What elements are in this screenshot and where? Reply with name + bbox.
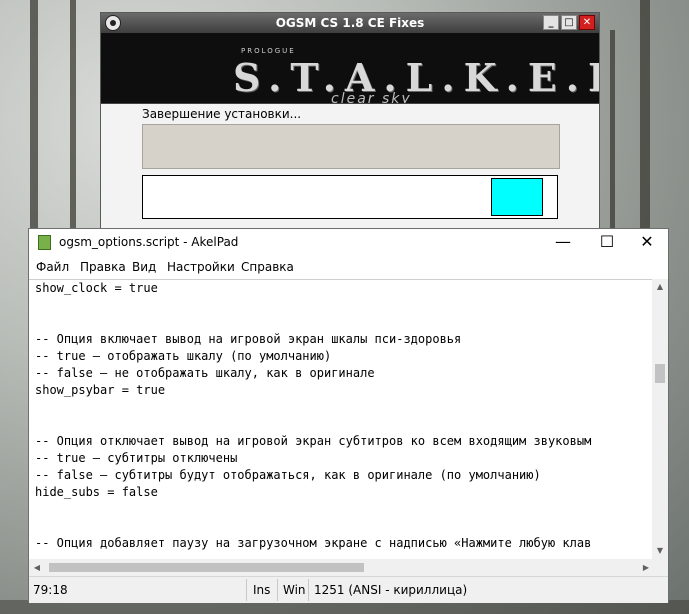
- insert-mode[interactable]: Ins: [253, 583, 270, 597]
- minimize-button[interactable]: —: [548, 232, 578, 252]
- background-tree-left: [30, 0, 38, 240]
- menu-view[interactable]: Вид: [132, 260, 156, 274]
- text-editor[interactable]: show_clock = true -- Опция включает выво…: [29, 279, 654, 560]
- stalker-banner: PROLOGUE S.T.A.L.K.E.R. clear sky: [101, 33, 599, 104]
- menu-edit[interactable]: Правка: [80, 260, 126, 274]
- akelpad-titlebar[interactable]: ogsm_options.script - AkelPad — ☐ ✕: [29, 229, 668, 257]
- installer-titlebar[interactable]: OGSM CS 1.8 CE Fixes _ □ ✕: [101, 13, 599, 33]
- vertical-scroll-thumb[interactable]: [655, 364, 665, 383]
- cursor-position: 79:18: [33, 583, 68, 597]
- install-status-text: Завершение установки...: [142, 107, 302, 121]
- scroll-left-icon[interactable]: ◀: [29, 559, 45, 576]
- menu-bar: Файл Правка Вид Настройки Справка: [29, 257, 668, 277]
- akelpad-window: ogsm_options.script - AkelPad — ☐ ✕ Файл…: [28, 228, 669, 603]
- scrollbar-corner: [652, 559, 668, 576]
- minimize-button[interactable]: _: [543, 15, 559, 30]
- akelpad-title: ogsm_options.script - AkelPad: [59, 235, 239, 249]
- background-tree-left-2: [70, 0, 76, 240]
- close-button[interactable]: ✕: [579, 15, 595, 30]
- banner-prologue: PROLOGUE: [241, 47, 296, 55]
- maximize-button[interactable]: □: [561, 15, 577, 30]
- install-details-box: [142, 124, 560, 169]
- menu-help[interactable]: Справка: [241, 260, 294, 274]
- encoding[interactable]: 1251 (ANSI - кириллица): [314, 583, 467, 597]
- horizontal-scrollbar[interactable]: ◀ ▶: [29, 559, 654, 576]
- status-divider: [277, 579, 278, 601]
- close-button[interactable]: ✕: [632, 232, 662, 252]
- notepad-icon: [38, 235, 51, 250]
- banner-subtitle: clear sky: [331, 91, 412, 104]
- scroll-up-icon[interactable]: ▲: [652, 279, 668, 295]
- installer-body: Завершение установки...: [101, 104, 599, 236]
- editor-content[interactable]: show_clock = true -- Опция включает выво…: [35, 280, 591, 552]
- installer-title: OGSM CS 1.8 CE Fixes: [275, 16, 425, 30]
- background-tree-right: [640, 0, 650, 240]
- radiation-icon: [105, 15, 121, 31]
- scroll-down-icon[interactable]: ▼: [652, 543, 668, 559]
- maximize-button[interactable]: ☐: [592, 232, 622, 252]
- installer-window: OGSM CS 1.8 CE Fixes _ □ ✕ PROLOGUE S.T.…: [100, 12, 600, 237]
- stalker-logo: S.T.A.L.K.E.R.: [233, 55, 599, 100]
- background-tree-right-2: [610, 30, 615, 240]
- progress-indicator: [491, 178, 543, 216]
- status-divider: [246, 579, 247, 601]
- line-ending[interactable]: Win: [283, 583, 306, 597]
- menu-file[interactable]: Файл: [36, 260, 69, 274]
- status-bar: 79:18 Ins Win 1251 (ANSI - кириллица): [29, 576, 668, 603]
- install-progress-bar: [142, 175, 558, 219]
- status-divider: [308, 579, 309, 601]
- menu-settings[interactable]: Настройки: [167, 260, 235, 274]
- vertical-scrollbar[interactable]: ▲ ▼: [652, 279, 668, 559]
- horizontal-scroll-thumb[interactable]: [49, 563, 364, 572]
